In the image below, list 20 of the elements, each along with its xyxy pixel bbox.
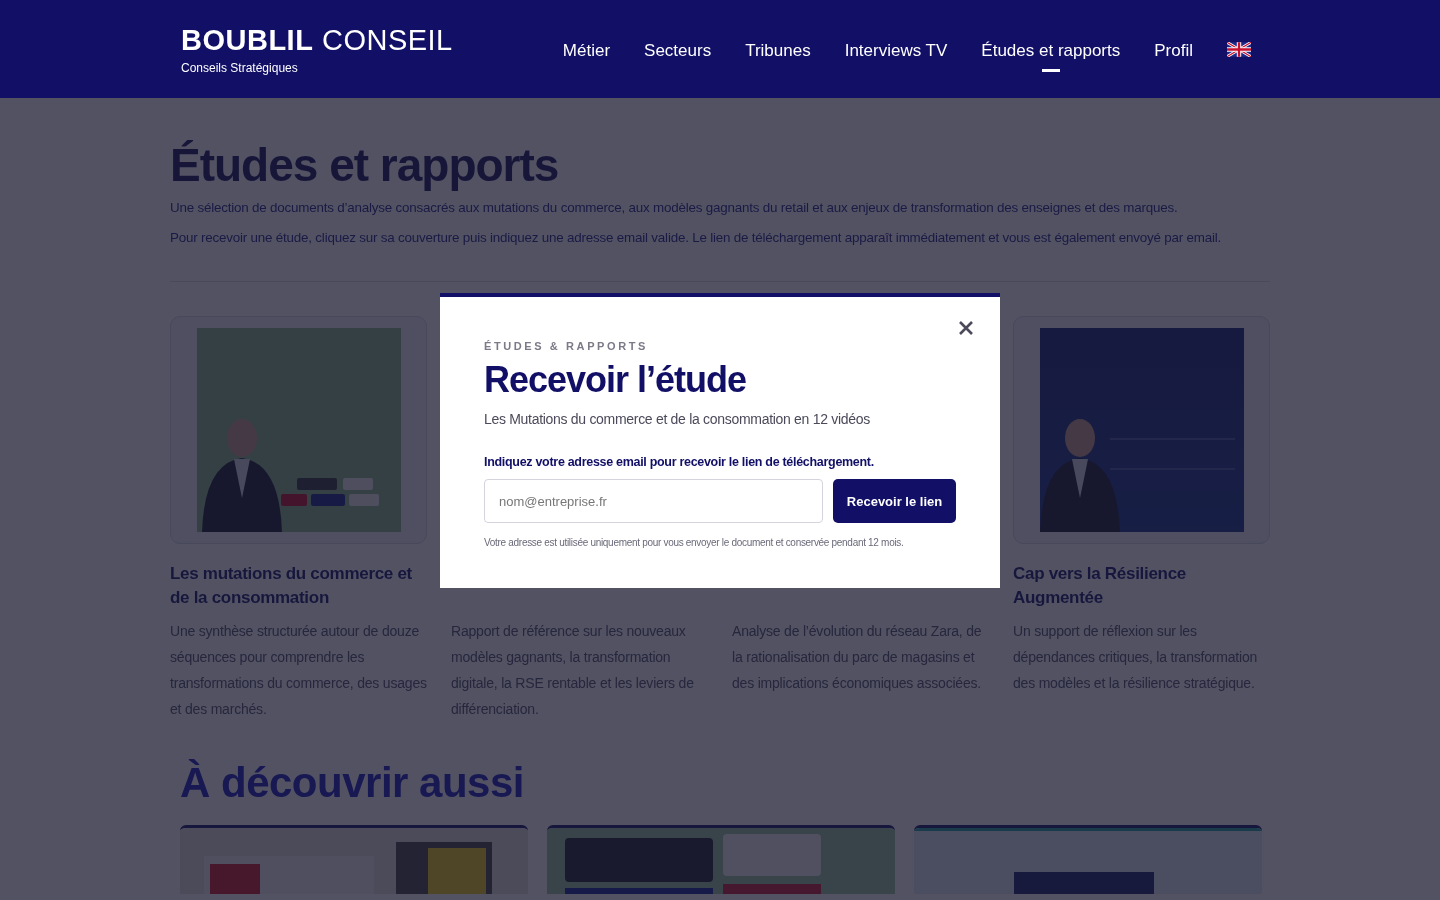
- email-prompt: Indiquez votre adresse email pour recevoir le lien de téléchargement.: [484, 455, 875, 470]
- tagline: Conseils Stratégiques: [181, 60, 299, 75]
- close-icon[interactable]: [959, 321, 973, 335]
- nav-link[interactable]: Profil: [1154, 26, 1193, 72]
- nav-link[interactable]: Secteurs: [644, 26, 712, 72]
- eyebrow-label: ÉTUDES & RAPPORTS: [484, 340, 649, 352]
- section-title: À découvrir aussi: [180, 758, 525, 809]
- flag-icon[interactable]: [1227, 41, 1251, 57]
- study-name: Les Mutations du commerce et de la consommation en 12 vidéos: [484, 411, 871, 428]
- nav-link[interactable]: Tribunes: [745, 26, 811, 72]
- nav-link[interactable]: Études et rapports: [981, 26, 1121, 72]
- submit-button[interactable]: Recevoir le lien: [833, 479, 956, 524]
- privacy-note: Votre adresse est utilisée uniquement pour vous envoyer le document et conservée pendant 12 mois.: [484, 537, 905, 549]
- modal-title: Recevoir l’étude: [484, 358, 748, 402]
- nav-link[interactable]: Métier: [562, 26, 611, 72]
- email-field[interactable]: nom@entreprise.fr: [484, 479, 823, 524]
- brand-logo[interactable]: BOUBLIL CONSEIL: [181, 23, 453, 57]
- page-title: Études et rapports: [170, 138, 560, 193]
- intro-text: Une sélection de documents d’analyse consacrés aux mutations du commerce, aux modèles gagnants du retail et aux enjeux de transformation des enseignes et des marques.: [170, 199, 1179, 218]
- nav-link[interactable]: Interviews TV: [844, 26, 948, 72]
